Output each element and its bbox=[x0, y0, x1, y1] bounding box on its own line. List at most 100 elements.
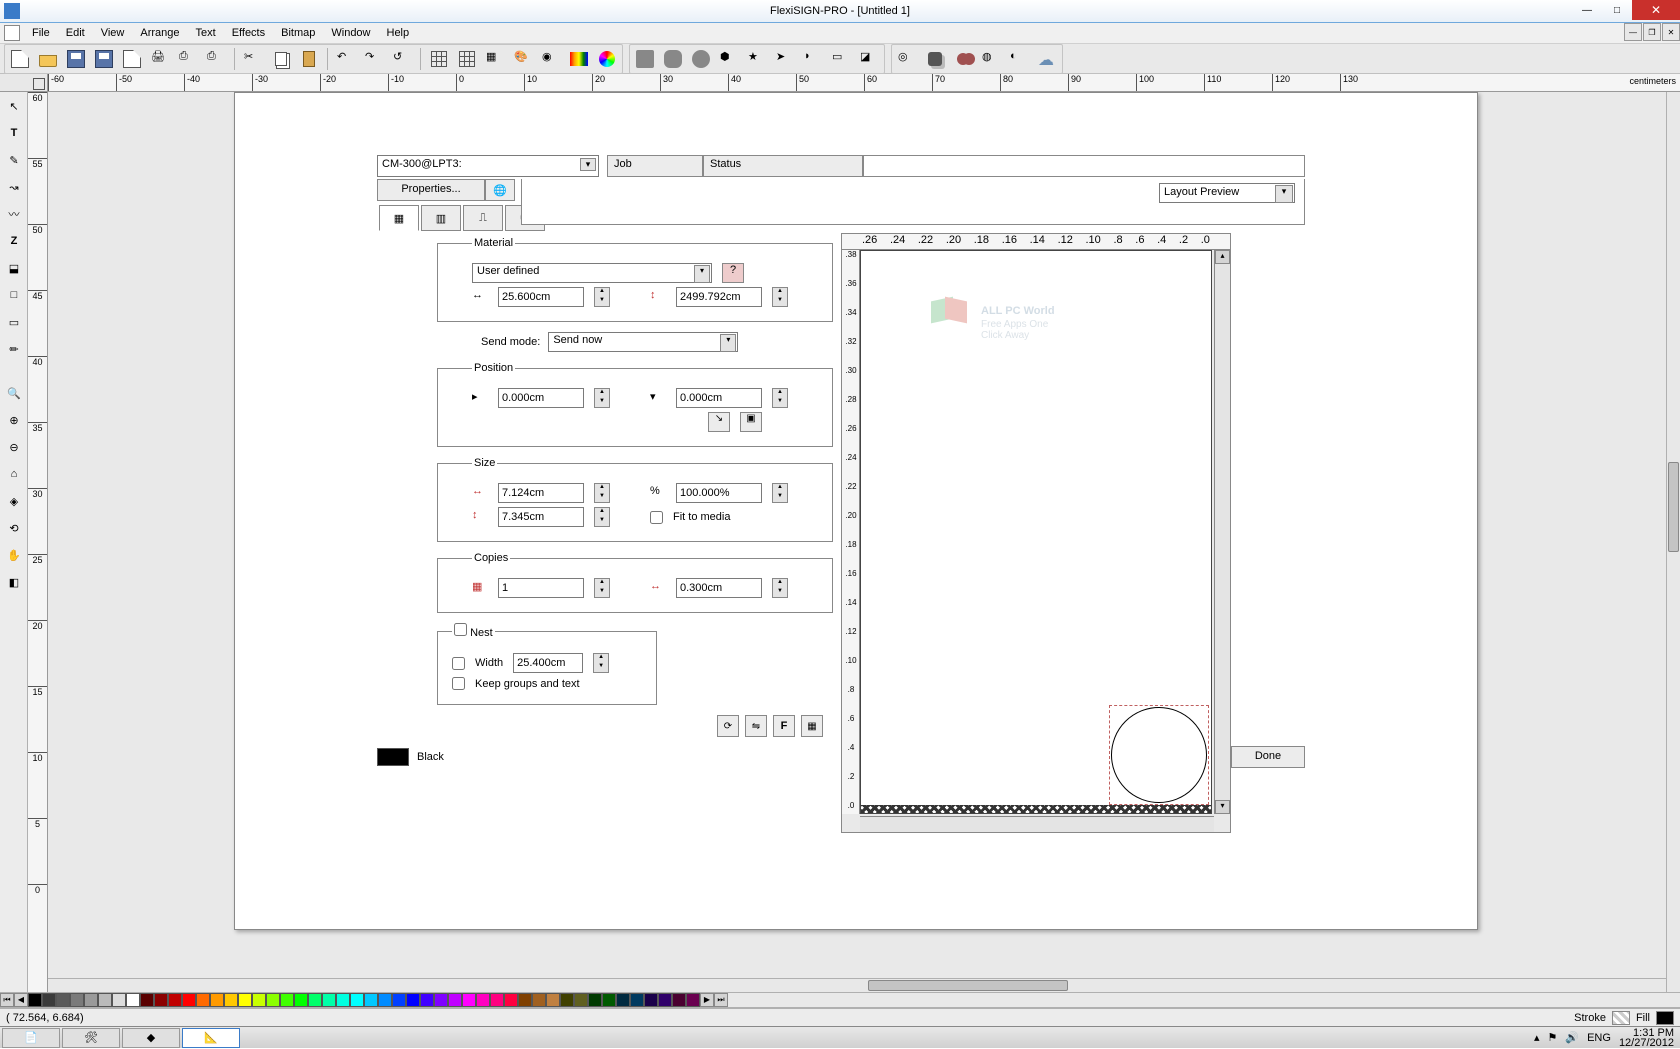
palette-swatch[interactable] bbox=[588, 993, 602, 1007]
h-scroll-thumb[interactable] bbox=[868, 980, 1068, 991]
palette-swatch[interactable] bbox=[658, 993, 672, 1007]
done-button[interactable]: Done bbox=[1231, 746, 1305, 768]
keep-groups-checkbox[interactable] bbox=[452, 677, 465, 690]
ruler-origin[interactable] bbox=[0, 74, 48, 92]
undo-multi-button[interactable]: ↺ bbox=[389, 46, 415, 72]
size-width-spinner[interactable] bbox=[594, 483, 610, 503]
shape-oval-button[interactable] bbox=[688, 46, 714, 72]
tray-clock[interactable]: 1:31 PM 12/27/2012 bbox=[1619, 1028, 1674, 1048]
palette-swatch[interactable] bbox=[70, 993, 84, 1007]
window-close-button[interactable] bbox=[1632, 0, 1680, 20]
size-width-input[interactable] bbox=[498, 483, 584, 503]
palette-swatch[interactable] bbox=[602, 993, 616, 1007]
material-width-spinner[interactable] bbox=[594, 287, 610, 307]
copies-spacing-spinner[interactable] bbox=[772, 578, 788, 598]
text-tool[interactable]: T bbox=[1, 120, 27, 146]
tray-lang[interactable]: ENG bbox=[1587, 1032, 1611, 1044]
position-x-input[interactable] bbox=[498, 388, 584, 408]
swatch-button[interactable]: ◉ bbox=[538, 46, 564, 72]
position-y-input[interactable] bbox=[676, 388, 762, 408]
preview-canvas[interactable]: ALL PC World Free Apps One Click Away bbox=[860, 250, 1212, 814]
shape-tool[interactable]: □ bbox=[1, 282, 27, 308]
menu-window[interactable]: Window bbox=[323, 25, 378, 41]
material-width-input[interactable] bbox=[498, 287, 584, 307]
zoom-in-tool[interactable]: ⊕ bbox=[1, 407, 27, 433]
freehand-tool[interactable]: 〰 bbox=[1, 201, 27, 227]
tab-general[interactable]: ▦ bbox=[379, 205, 419, 231]
palette-last[interactable]: ⏭ bbox=[714, 993, 728, 1007]
position-y-spinner[interactable] bbox=[772, 388, 788, 408]
paste-button[interactable] bbox=[296, 46, 322, 72]
palette-swatch[interactable] bbox=[308, 993, 322, 1007]
zoom-tool[interactable]: 🔍 bbox=[1, 380, 27, 406]
menu-effects[interactable]: Effects bbox=[224, 25, 273, 41]
effect-weld-button[interactable] bbox=[950, 46, 976, 72]
menu-arrange[interactable]: Arrange bbox=[132, 25, 187, 41]
palette-swatch[interactable] bbox=[420, 993, 434, 1007]
vertical-ruler[interactable]: 605550454035302520151050 bbox=[28, 92, 48, 992]
tray-chevron-icon[interactable]: ▴ bbox=[1534, 1031, 1540, 1044]
menu-help[interactable]: Help bbox=[379, 25, 418, 41]
menu-file[interactable]: File bbox=[24, 25, 58, 41]
undo-button[interactable]: ↶ bbox=[333, 46, 359, 72]
palette-swatch[interactable] bbox=[560, 993, 574, 1007]
material-height-spinner[interactable] bbox=[772, 287, 788, 307]
palette-swatch[interactable] bbox=[406, 993, 420, 1007]
palette-prev[interactable]: ◀ bbox=[14, 993, 28, 1007]
preview-vscroll[interactable]: ▴ ▾ bbox=[1214, 250, 1230, 814]
palette-swatch[interactable] bbox=[112, 993, 126, 1007]
properties-button[interactable]: Properties... bbox=[377, 179, 485, 201]
palette-swatch[interactable] bbox=[56, 993, 70, 1007]
nest-width-input[interactable] bbox=[513, 653, 583, 673]
taskbar-app-1[interactable]: 📄 bbox=[2, 1028, 60, 1048]
palette-swatch[interactable] bbox=[224, 993, 238, 1007]
pan-tool[interactable]: ✋ bbox=[1, 542, 27, 568]
print-button[interactable]: 🖨 bbox=[147, 46, 173, 72]
size-height-spinner[interactable] bbox=[594, 507, 610, 527]
select-tool[interactable]: ↖ bbox=[1, 93, 27, 119]
copies-count-input[interactable] bbox=[498, 578, 584, 598]
color-specs-button[interactable] bbox=[566, 46, 592, 72]
mdi-minimize-button[interactable]: — bbox=[1624, 23, 1642, 41]
effect-shadow-button[interactable] bbox=[922, 46, 948, 72]
palette-swatch[interactable] bbox=[574, 993, 588, 1007]
palette-swatch[interactable] bbox=[364, 993, 378, 1007]
menu-edit[interactable]: Edit bbox=[58, 25, 93, 41]
horizontal-ruler[interactable]: -60-50-40-30-20-100102030405060708090100… bbox=[0, 74, 1680, 92]
tray-volume-icon[interactable]: 🔊 bbox=[1565, 1031, 1579, 1044]
copies-spacing-input[interactable] bbox=[676, 578, 762, 598]
tab-panel[interactable]: ▥ bbox=[421, 205, 461, 231]
document-icon[interactable] bbox=[4, 25, 20, 41]
palette-swatch[interactable] bbox=[140, 993, 154, 1007]
material-settings-button[interactable]: ? bbox=[722, 263, 744, 283]
palette-swatch[interactable] bbox=[84, 993, 98, 1007]
mdi-close-button[interactable]: ✕ bbox=[1662, 23, 1680, 41]
preview-hscroll[interactable] bbox=[860, 816, 1214, 832]
color-mixer-button[interactable]: 🎨 bbox=[510, 46, 536, 72]
window-minimize-button[interactable] bbox=[1572, 0, 1602, 20]
nest-width-spinner[interactable] bbox=[593, 653, 609, 673]
circle-object[interactable] bbox=[1111, 707, 1207, 803]
v-scroll-thumb[interactable] bbox=[1668, 462, 1679, 552]
palette-swatch[interactable] bbox=[462, 993, 476, 1007]
shape-3d-button[interactable]: ◪ bbox=[856, 46, 882, 72]
palette-swatch[interactable] bbox=[182, 993, 196, 1007]
taskbar-app-3[interactable]: ◆ bbox=[122, 1028, 180, 1048]
open-button[interactable] bbox=[35, 46, 61, 72]
current-color-swatch[interactable] bbox=[377, 748, 409, 766]
window-maximize-button[interactable] bbox=[1602, 0, 1632, 20]
palette-swatch[interactable] bbox=[294, 993, 308, 1007]
copies-count-spinner[interactable] bbox=[594, 578, 610, 598]
shape-border-button[interactable]: ▭ bbox=[828, 46, 854, 72]
effect-blend-button[interactable]: ◐ bbox=[1006, 46, 1032, 72]
fill-tool[interactable]: ◧ bbox=[1, 569, 27, 595]
zoom-out-tool[interactable]: ⊖ bbox=[1, 434, 27, 460]
position-x-spinner[interactable] bbox=[594, 388, 610, 408]
fill-stroke-button[interactable] bbox=[454, 46, 480, 72]
size-percent-input[interactable] bbox=[676, 483, 762, 503]
shape-fan-button[interactable]: ◗ bbox=[800, 46, 826, 72]
menu-text[interactable]: Text bbox=[188, 25, 224, 41]
tab-options[interactable]: ⎍ bbox=[463, 205, 503, 231]
shape-roundrect-button[interactable] bbox=[660, 46, 686, 72]
shape-poly-button[interactable]: ⬢ bbox=[716, 46, 742, 72]
